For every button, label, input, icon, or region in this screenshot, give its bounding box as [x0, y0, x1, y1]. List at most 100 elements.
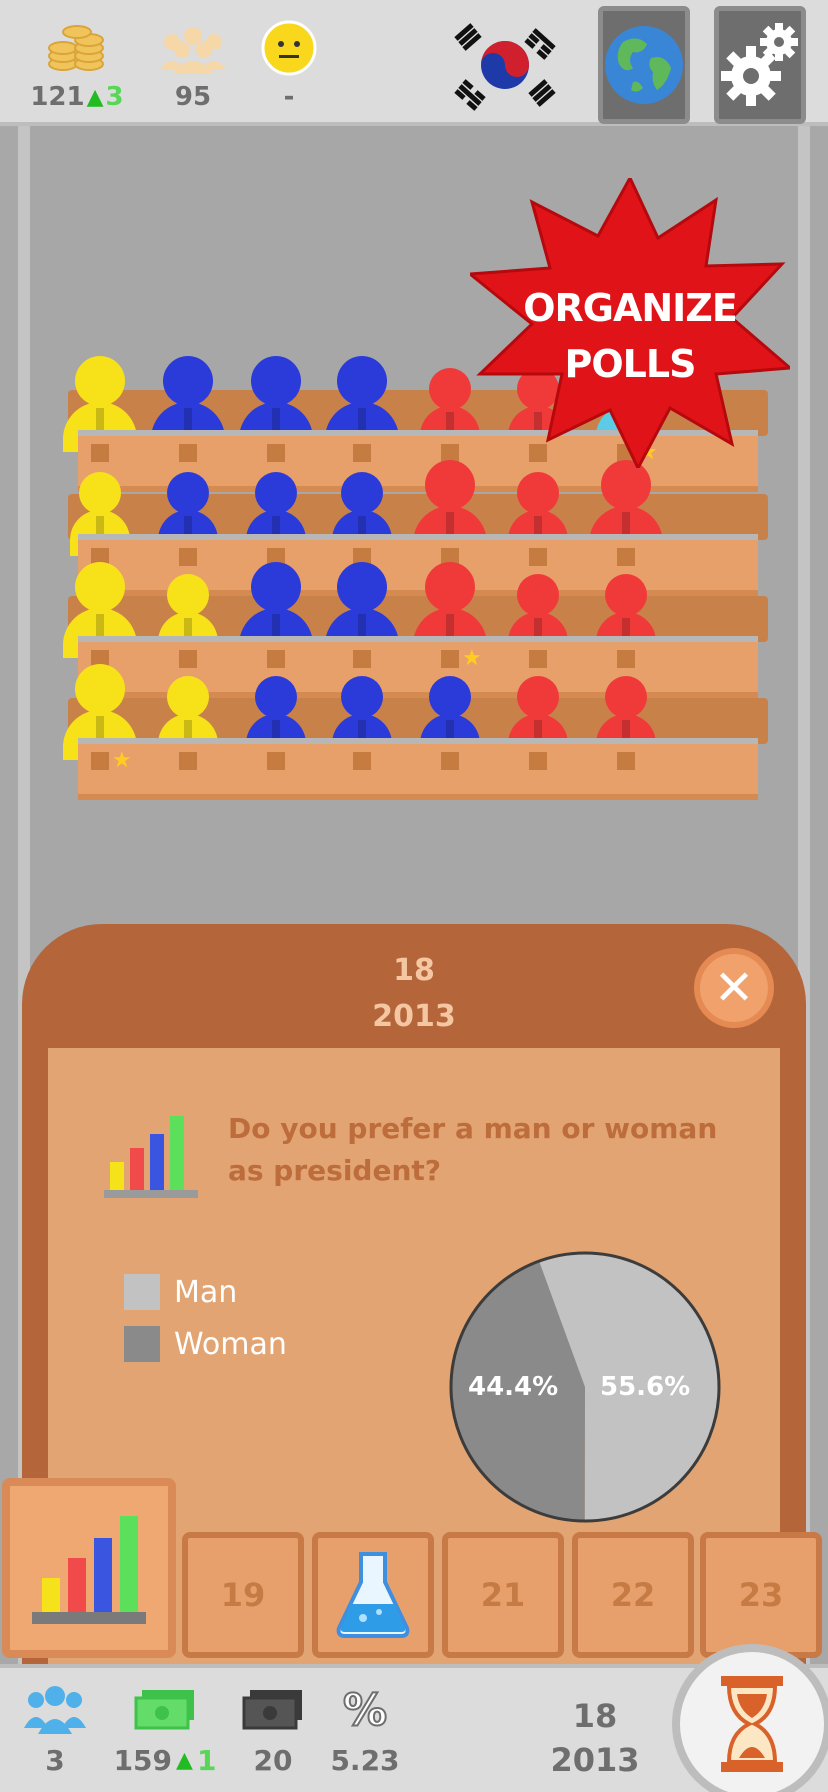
star-icon: ★	[462, 646, 482, 671]
member-tie	[446, 512, 454, 534]
population-stat: 95	[138, 20, 248, 112]
member-tie	[272, 614, 280, 636]
current-date: 18 2013	[540, 1694, 650, 1782]
tab-23-label: 23	[738, 1576, 784, 1614]
legend-woman: Woman	[124, 1326, 287, 1362]
close-icon: ✕	[713, 960, 755, 1016]
tab-row: 19 21 22 23	[0, 1476, 828, 1666]
coins-stat: 121 ▲ 3	[22, 20, 132, 112]
member-tie	[184, 408, 192, 430]
current-date-year: 2013	[550, 1741, 640, 1779]
percent-icon: %	[342, 1684, 388, 1737]
coins-icon	[22, 20, 132, 76]
seat-marker	[179, 444, 197, 462]
seat-marker	[267, 752, 285, 770]
member-head	[167, 574, 209, 616]
seat-marker	[617, 650, 635, 668]
neutral-face-icon	[234, 20, 344, 76]
tab-polls[interactable]	[2, 1478, 176, 1658]
people-stat: 3	[0, 1682, 110, 1777]
current-date-day: 18	[572, 1697, 618, 1735]
seat-marker	[529, 650, 547, 668]
legend-woman-label: Woman	[174, 1326, 287, 1362]
member-head	[425, 460, 475, 510]
banknote-icon	[110, 1682, 220, 1738]
poll-date: 18 2013	[22, 948, 806, 1040]
star-icon: ★	[112, 748, 132, 773]
bar-chart-icon	[104, 1116, 198, 1198]
member-head	[605, 676, 647, 718]
tab-19[interactable]: 19	[182, 1532, 304, 1658]
seat-marker	[529, 548, 547, 566]
globe-button[interactable]	[598, 6, 690, 124]
pie-label-woman: 44.4%	[468, 1372, 559, 1402]
seat-marker	[267, 650, 285, 668]
population-value: 95	[174, 82, 212, 112]
up-arrow-icon: ▲	[86, 84, 104, 110]
member-head	[517, 676, 559, 718]
flask-icon	[336, 1552, 410, 1638]
seat-marker	[441, 752, 459, 770]
tab-22-label: 22	[610, 1576, 656, 1614]
organize-polls-line2: POLLS	[564, 342, 697, 386]
poll-question: Do you prefer a man or woman as presiden…	[228, 1112, 718, 1187]
seat-marker	[91, 752, 109, 770]
member-head	[425, 562, 475, 612]
member-tie	[96, 408, 104, 430]
south-korea-flag-icon[interactable]	[430, 10, 580, 120]
poll-date-year: 2013	[372, 999, 456, 1034]
bench: ★	[78, 738, 758, 800]
pie-label-man: 55.6%	[600, 1372, 691, 1402]
member-tie	[446, 614, 454, 636]
member-head	[517, 574, 559, 616]
member-head	[255, 676, 297, 718]
member-head	[251, 562, 301, 612]
member-head	[255, 472, 297, 514]
gear-icon	[721, 23, 798, 106]
member-head	[163, 356, 213, 406]
money-value: 159	[113, 1744, 173, 1777]
money-stat: 159 ▲ 1	[110, 1682, 220, 1777]
member-head	[429, 368, 471, 410]
seat-marker	[529, 752, 547, 770]
tab-22[interactable]: 22	[572, 1532, 694, 1658]
member-tie	[622, 512, 630, 534]
member-head	[605, 574, 647, 616]
tab-21[interactable]: 21	[442, 1532, 564, 1658]
seat-marker	[353, 650, 371, 668]
money-increase: 1	[196, 1744, 217, 1777]
poll-date-day: 18	[393, 953, 435, 988]
seat-marker	[441, 650, 459, 668]
close-button[interactable]: ✕	[694, 948, 774, 1028]
rate-value: 5.23	[330, 1744, 400, 1777]
member-head	[337, 562, 387, 612]
globe-icon	[605, 26, 683, 104]
up-arrow-icon: ▲	[176, 1748, 193, 1773]
next-turn-button[interactable]	[672, 1644, 828, 1792]
hourglass-icon	[721, 1676, 783, 1772]
tab-23[interactable]: 23	[700, 1532, 822, 1658]
member-head	[251, 356, 301, 406]
member-head	[341, 676, 383, 718]
organize-polls-button[interactable]: ORGANIZE POLLS	[490, 280, 770, 392]
member-tie	[272, 408, 280, 430]
seat-marker	[179, 752, 197, 770]
mood-stat: -	[234, 20, 344, 112]
bar-chart-icon	[32, 1516, 146, 1624]
tab-21-label: 21	[480, 1576, 526, 1614]
seat-marker	[267, 444, 285, 462]
people-icon	[0, 1682, 110, 1738]
seat-marker	[91, 444, 109, 462]
member-head	[341, 472, 383, 514]
member-tie	[358, 614, 366, 636]
legend-man-swatch	[124, 1274, 160, 1310]
mood-value: -	[283, 82, 295, 112]
member-head	[75, 664, 125, 714]
seat-marker	[617, 548, 635, 566]
legend-woman-swatch	[124, 1326, 160, 1362]
settings-button[interactable]	[714, 6, 806, 124]
people-value: 3	[45, 1744, 65, 1777]
top-bar: 121 ▲ 3 95 -	[0, 0, 828, 126]
tab-research[interactable]	[312, 1532, 434, 1658]
legend-man: Man	[124, 1274, 237, 1310]
